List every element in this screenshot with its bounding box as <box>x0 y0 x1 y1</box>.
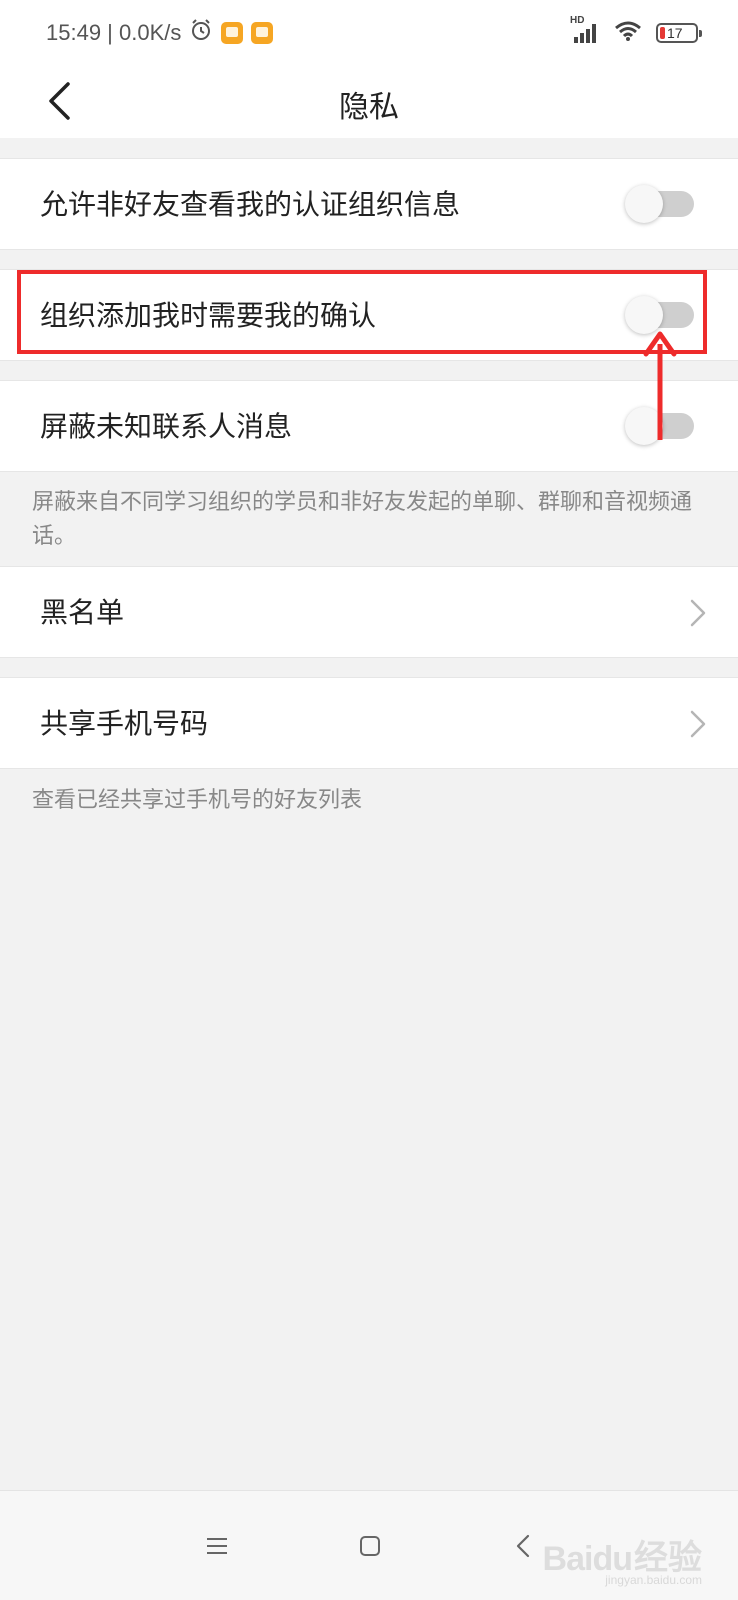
system-back-button[interactable] <box>498 1521 548 1571</box>
shared-phone-row[interactable]: 共享手机号码 <box>0 677 738 769</box>
chevron-right-icon <box>690 710 706 738</box>
watermark: Baidu 经验 jingyan.baidu.com <box>543 1519 702 1587</box>
back-triangle-icon <box>516 1534 530 1558</box>
battery-percent: 17 <box>667 25 683 41</box>
cellular-signal-icon: HD <box>570 15 600 45</box>
alarm-icon <box>189 18 213 48</box>
battery-level <box>660 27 665 39</box>
blacklist-row[interactable]: 黑名单 <box>0 566 738 658</box>
wifi-icon <box>614 20 642 46</box>
setting-row-show-org-info: 允许非好友查看我的认证组织信息 <box>0 158 738 250</box>
shared-phone-hint: 查看已经共享过手机号的好友列表 <box>32 788 363 813</box>
menu-button[interactable] <box>192 1521 242 1571</box>
battery-icon: 17 <box>656 23 702 43</box>
page-title: 隐私 <box>339 90 399 125</box>
setting-row-org-add-confirm: 组织添加我时需要我的确认 <box>0 269 738 361</box>
toggle-knob <box>625 296 663 334</box>
setting-label: 屏蔽未知联系人消息 <box>40 410 293 443</box>
notification-app-icon <box>221 22 244 44</box>
toggle-knob <box>625 407 663 445</box>
menu-icon <box>207 1538 227 1554</box>
setting-label: 允许非好友查看我的认证组织信息 <box>40 188 461 221</box>
watermark-url: jingyan.baidu.com <box>605 1573 702 1587</box>
link-label: 共享手机号码 <box>40 707 209 740</box>
org-add-confirm-toggle[interactable] <box>625 296 694 334</box>
notification-app-icon <box>251 22 274 44</box>
chevron-right-icon <box>690 599 706 627</box>
setting-label: 组织添加我时需要我的确认 <box>40 299 377 332</box>
setting-row-block-unknown: 屏蔽未知联系人消息 <box>0 380 738 472</box>
system-nav-bar: Baidu 经验 jingyan.baidu.com <box>0 1490 738 1600</box>
status-time-speed: 15:49 | 0.0K/s <box>46 20 182 45</box>
block-unknown-hint: 屏蔽来自不同学习组织的学员和非好友发起的单聊、群聊和音视频通话。 <box>32 490 693 549</box>
block-unknown-toggle[interactable] <box>625 407 694 445</box>
watermark-text: 经验 <box>634 1538 702 1578</box>
status-left: 15:49 | 0.0K/s <box>46 18 274 48</box>
show-org-info-toggle[interactable] <box>625 185 694 223</box>
nav-bar: 隐私 <box>0 64 738 138</box>
toggle-knob <box>625 185 663 223</box>
link-label: 黑名单 <box>40 596 125 629</box>
home-icon <box>360 1536 380 1556</box>
status-bar: 15:49 | 0.0K/s HD 17 <box>0 0 738 64</box>
home-button[interactable] <box>345 1521 395 1571</box>
status-right: HD 17 <box>570 15 702 48</box>
